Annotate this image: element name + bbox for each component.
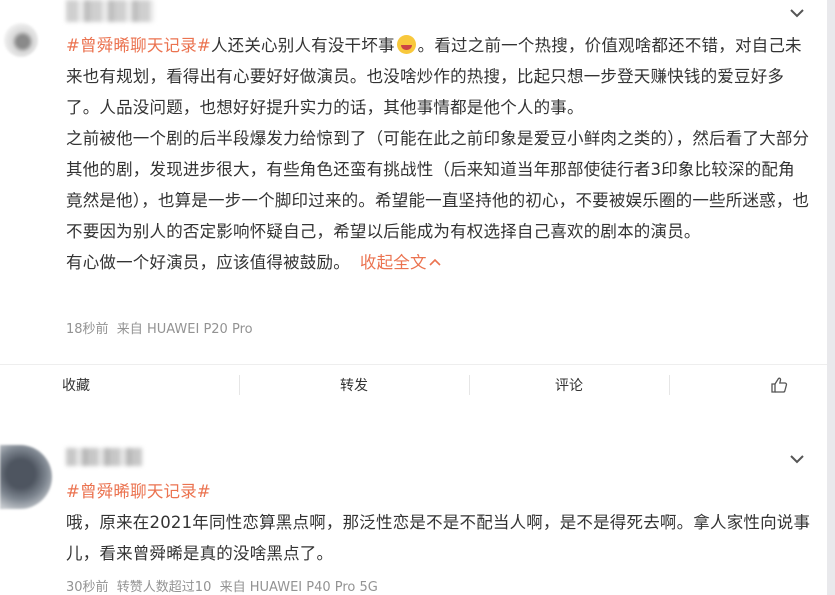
chevron-up-icon (429, 258, 441, 266)
post-topic-line: #曾舜晞聊天记录# (66, 476, 811, 507)
post-text: 哦，原来在2021年同性恋算黑点啊，那泛性恋是不是不配当人啊，是不是得死去啊。拿… (66, 507, 811, 569)
chevron-down-icon[interactable] (789, 6, 805, 21)
repost-label: 转发 (340, 378, 368, 394)
post-meta: 18秒前 来自 HUAWEI P20 Pro (66, 322, 253, 337)
post-text-segment: 人还关心别人有没干坏事 (210, 36, 395, 55)
repost-button[interactable]: 转发 (239, 365, 469, 405)
post-paragraph: 哦，原来在2021年同性恋算黑点啊，那泛性恋是不是不配当人啊，是不是得死去啊。拿… (66, 513, 811, 563)
topic-link[interactable]: #曾舜晞聊天记录# (66, 482, 211, 501)
action-bar: 收藏 转发 评论 (0, 365, 827, 405)
post-paragraph: 之前被他一个剧的后半段爆发力给惊到了（可能在此之前印象是爱豆小鲜肉之类的），然后… (66, 129, 810, 241)
post-paragraph: #曾舜晞聊天记录#人还关心别人有没干坏事 。看过之前一个热搜，价值观啥都还不错，对… (66, 30, 811, 123)
like-button[interactable] (669, 365, 835, 405)
avatar[interactable] (4, 23, 38, 57)
post-paragraph: 有心做一个好演员，应该值得被鼓励。 收起全文 (66, 247, 811, 278)
username-blurred[interactable] (66, 0, 154, 22)
laughing-emoji-icon (396, 35, 416, 54)
post-text: #曾舜晞聊天记录#人还关心别人有没干坏事 。看过之前一个热搜，价值观啥都还不错，对… (66, 30, 811, 278)
post-meta: 30秒前 转赞人数超过10 来自 HUAWEI P40 Pro 5G (66, 580, 378, 595)
username-blurred[interactable] (66, 448, 142, 466)
comment-button[interactable]: 评论 (469, 365, 669, 405)
collapse-label: 收起全文 (359, 253, 427, 272)
comment-label: 评论 (555, 378, 583, 394)
chevron-down-icon[interactable] (789, 452, 805, 467)
post-text-segment: 有心做一个好演员，应该值得被鼓励。 (66, 253, 350, 272)
thumbs-up-icon (771, 377, 788, 393)
collapse-link[interactable]: 收起全文 (360, 253, 441, 272)
topic-link[interactable]: #曾舜晞聊天记录# (66, 36, 211, 55)
favorite-label: 收藏 (62, 378, 90, 394)
favorite-button[interactable]: 收藏 (0, 365, 239, 405)
scrollbar[interactable] (827, 0, 835, 595)
